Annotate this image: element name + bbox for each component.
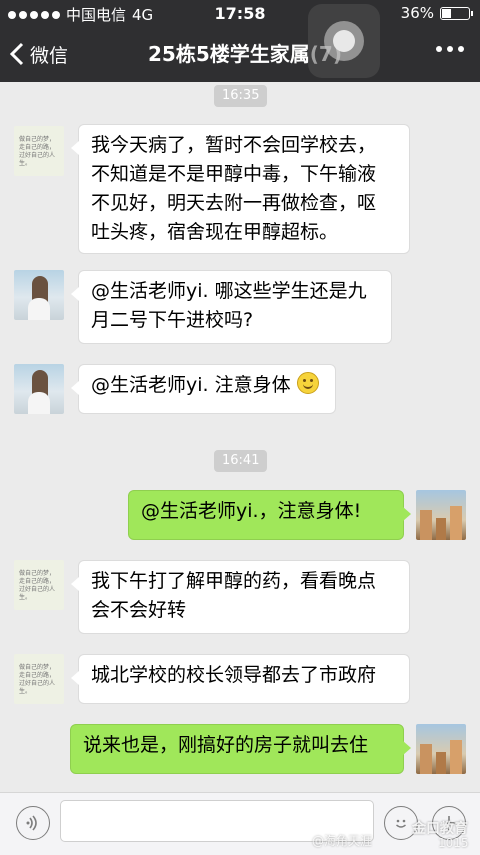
message-line: 吐头疼，宿舍现在甲醇超标。 xyxy=(91,221,339,243)
chevron-left-icon xyxy=(10,42,24,66)
message-bubble[interactable]: 我今天病了，暂时不会回学校去， 不知道是不是甲醇中毒，下午输液 不见好，明天去附… xyxy=(71,124,410,254)
timestamp: 16:41 xyxy=(214,450,268,472)
message-bubble[interactable]: @生活老师yi. 哪这些学生还是九 月二号下午进校吗? xyxy=(71,270,392,344)
message-bubble-sent[interactable]: 说来也是，刚搞好的房子就叫去住 xyxy=(70,724,411,774)
battery-percent: 36% xyxy=(400,4,434,22)
avatar[interactable] xyxy=(416,724,466,774)
avatar[interactable] xyxy=(416,490,466,540)
assistive-touch-button[interactable] xyxy=(308,4,380,78)
voice-input-icon[interactable] xyxy=(16,806,50,840)
weibo-watermark: @海角天涯 xyxy=(312,834,373,848)
message-bubble[interactable]: 城北学校的校长领导都去了市政府 xyxy=(71,654,410,704)
message-line: 我下午打了解甲醇的药，看看晚点 xyxy=(91,570,377,592)
avatar[interactable]: 做自己的梦， 走自己的路， 过好自己的人生。 xyxy=(14,654,64,704)
message-line: @生活老师yi. 哪这些学生还是九 xyxy=(91,280,367,302)
brand-watermark: 金口教育 xyxy=(412,821,468,837)
back-button[interactable]: 微信 xyxy=(10,26,68,82)
input-bar xyxy=(0,792,480,855)
chat-header: 微信 25栋5楼学生家属(7) xyxy=(0,26,480,82)
message-text: @生活老师yi. 注意身体 xyxy=(91,374,291,396)
timestamp: 16:35 xyxy=(214,85,268,107)
battery-info: 36% xyxy=(400,4,473,22)
message-bubble[interactable]: @生活老师yi. 注意身体 xyxy=(71,364,336,414)
status-bar: 中国电信 4G 17:58 36% xyxy=(0,0,480,26)
message-line: 会不会好转 xyxy=(91,599,187,621)
message-bubble[interactable]: 我下午打了解甲醇的药，看看晚点 会不会好转 xyxy=(71,560,410,634)
more-options-icon[interactable] xyxy=(436,46,464,52)
smiley-emoji-icon xyxy=(296,372,319,394)
message-line: 月二号下午进校吗? xyxy=(91,309,254,331)
battery-icon xyxy=(440,6,473,20)
avatar[interactable] xyxy=(14,364,64,414)
message-text: 城北学校的校长领导都去了市政府 xyxy=(91,664,377,686)
avatar[interactable] xyxy=(14,270,64,320)
avatar[interactable]: 做自己的梦， 走自己的路， 过好自己的人生。 xyxy=(14,560,64,610)
message-line: 我今天病了，暂时不会回学校去， xyxy=(91,134,377,156)
number-watermark: 1015 xyxy=(438,836,469,850)
avatar[interactable]: 做自己的梦， 走自己的路， 过好自己的人生。 xyxy=(14,126,64,176)
message-line: 不见好，明天去附一再做检查，呕 xyxy=(91,192,377,214)
message-text: 说来也是，刚搞好的房子就叫去住 xyxy=(83,734,369,756)
message-line: 不知道是不是甲醇中毒，下午输液 xyxy=(91,163,377,185)
message-text: @生活老师yi.，注意身体! xyxy=(141,500,362,522)
back-label: 微信 xyxy=(30,44,69,67)
message-bubble-sent[interactable]: @生活老师yi.，注意身体! xyxy=(128,490,411,540)
